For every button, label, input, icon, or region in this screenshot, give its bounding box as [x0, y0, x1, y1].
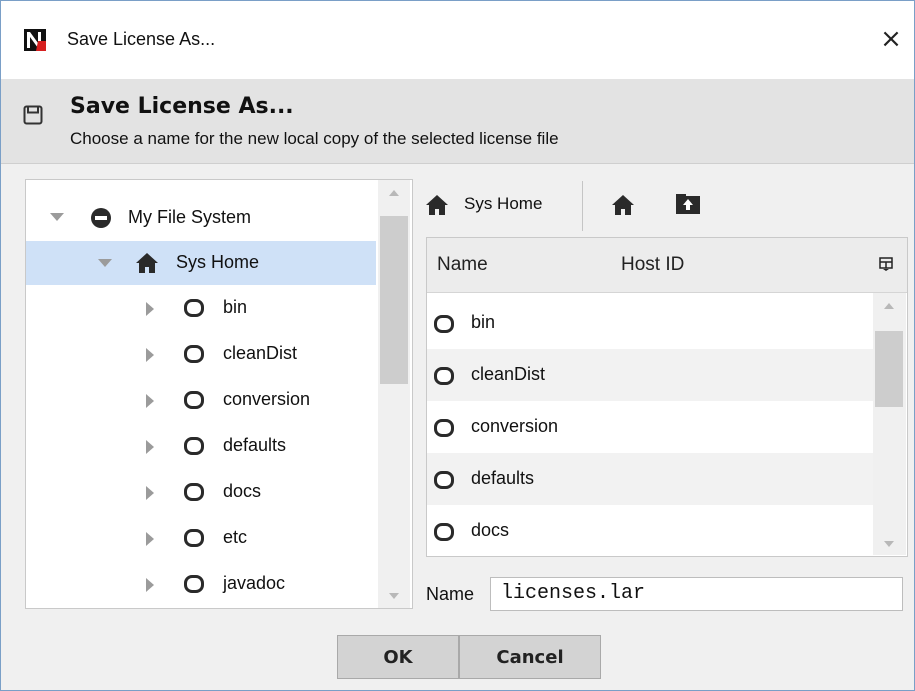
folder-icon — [184, 575, 204, 593]
column-chooser-icon[interactable] — [879, 257, 893, 271]
tree-item-label: Sys Home — [176, 252, 260, 272]
tree-item-folder[interactable]: docs — [26, 471, 386, 515]
dialog-description: Choose a name for the new local copy of … — [70, 129, 559, 148]
scroll-down-icon[interactable] — [884, 541, 894, 547]
window-title: Save License As... — [67, 29, 216, 49]
row-name: bin — [471, 312, 496, 332]
table-row[interactable]: bin — [427, 297, 873, 349]
expand-icon[interactable] — [146, 348, 154, 362]
expand-icon[interactable] — [146, 532, 154, 546]
tree-item-label: javadoc — [223, 573, 286, 593]
dialog-heading: Save License As... — [70, 94, 294, 119]
row-name: cleanDist — [471, 364, 546, 384]
save-icon — [23, 105, 43, 125]
row-name: defaults — [471, 468, 535, 488]
folder-up-icon[interactable] — [676, 194, 700, 214]
name-label: Name — [426, 584, 475, 604]
tree-item-folder[interactable]: javadoc — [26, 563, 386, 607]
tree-item-folder[interactable]: conversion — [26, 379, 386, 423]
tree-item-sys-home[interactable]: Sys Home — [26, 241, 376, 285]
scrollbar-thumb[interactable] — [875, 331, 903, 407]
file-table[interactable]: Name Host ID bin cleanDist conversion de… — [426, 237, 908, 557]
tree-item-label: conversion — [223, 389, 311, 409]
tree-item-label: defaults — [223, 435, 287, 455]
expand-icon[interactable] — [146, 486, 154, 500]
nav-separator — [582, 181, 583, 231]
table-scrollbar[interactable] — [873, 293, 906, 555]
save-license-dialog: Save License As... × Save License As... … — [0, 0, 915, 691]
scroll-up-icon[interactable] — [884, 303, 894, 309]
expand-icon[interactable] — [146, 440, 154, 454]
drive-icon — [91, 208, 111, 228]
title-bar: Save License As... × — [1, 1, 914, 79]
folder-icon — [184, 299, 204, 317]
tree-item-label: bin — [223, 297, 248, 317]
tree-item-folder[interactable]: bin — [26, 287, 386, 331]
expand-icon[interactable] — [146, 578, 154, 592]
column-header-host-id[interactable]: Host ID — [621, 254, 684, 276]
row-name: conversion — [471, 416, 559, 436]
tree-item-my-file-system[interactable]: My File System — [26, 195, 386, 239]
table-row[interactable]: defaults — [427, 453, 873, 505]
folder-icon — [434, 367, 454, 385]
app-logo-icon — [24, 29, 46, 51]
folder-icon — [184, 437, 204, 455]
scrollbar-thumb[interactable] — [380, 216, 408, 384]
tree-item-label: docs — [223, 481, 262, 501]
folder-icon — [184, 483, 204, 501]
tree-scrollbar[interactable] — [378, 180, 410, 608]
scroll-down-icon[interactable] — [389, 593, 399, 599]
tree-item-label: etc — [223, 527, 248, 547]
scroll-up-icon[interactable] — [389, 190, 399, 196]
folder-icon — [184, 529, 204, 547]
table-row[interactable]: cleanDist — [427, 349, 873, 401]
row-name: docs — [471, 520, 510, 540]
home-icon — [136, 253, 158, 273]
tree-item-folder[interactable]: etc — [26, 517, 386, 561]
folder-icon — [434, 471, 454, 489]
tree-item-label: My File System — [128, 207, 252, 227]
table-row[interactable]: docs — [427, 505, 873, 556]
folder-icon — [184, 391, 204, 409]
cancel-button[interactable]: Cancel — [459, 635, 601, 679]
tree-item-folder[interactable]: defaults — [26, 425, 386, 469]
tree-item-label: cleanDist — [223, 343, 298, 363]
home-icon — [426, 195, 448, 215]
nav-current-label: Sys Home — [464, 194, 543, 213]
expand-icon[interactable] — [146, 394, 154, 408]
table-row[interactable]: conversion — [427, 401, 873, 453]
folder-icon — [184, 345, 204, 363]
file-system-tree[interactable]: My File System Sys Home bin cleanDist co… — [25, 179, 413, 609]
folder-icon — [434, 523, 454, 541]
expand-icon[interactable] — [146, 302, 154, 316]
ok-button[interactable]: OK — [337, 635, 459, 679]
home-icon[interactable] — [612, 194, 634, 216]
dialog-header: Save License As... Choose a name for the… — [1, 79, 914, 164]
close-button[interactable]: × — [868, 19, 914, 59]
folder-icon — [434, 315, 454, 333]
folder-icon — [434, 419, 454, 437]
tree-item-folder[interactable]: cleanDist — [26, 333, 386, 377]
collapse-icon[interactable] — [50, 213, 64, 221]
file-name-input[interactable]: licenses.lar — [490, 577, 903, 611]
collapse-icon[interactable] — [98, 259, 112, 267]
column-header-name[interactable]: Name — [437, 254, 488, 276]
table-header: Name Host ID — [427, 238, 907, 293]
